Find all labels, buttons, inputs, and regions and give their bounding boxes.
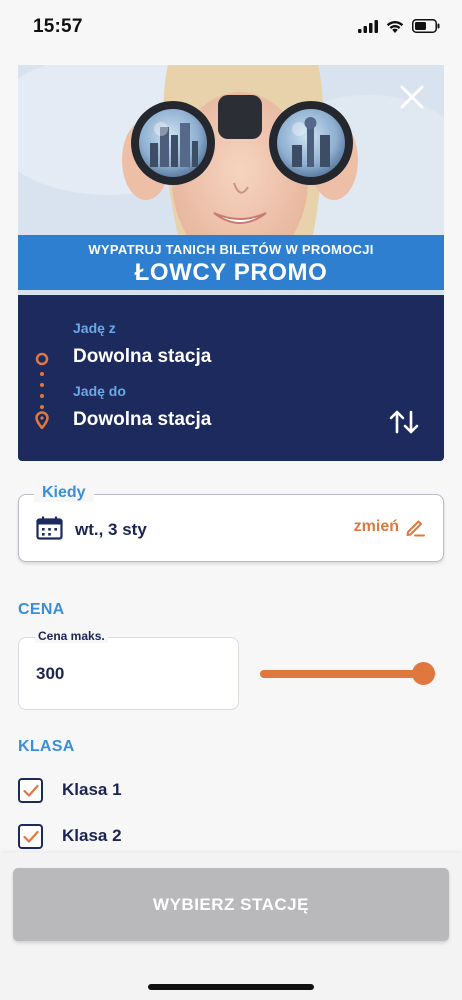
close-icon[interactable]: [398, 83, 426, 111]
wifi-icon: [386, 20, 404, 33]
change-date-label: zmień: [353, 518, 399, 535]
date-field[interactable]: Kiedy wt., 3 sty zmień: [18, 484, 444, 562]
price-slider-fill: [260, 670, 424, 678]
price-slider-thumb[interactable]: [412, 662, 435, 685]
class-2-label: Klasa 2: [62, 826, 122, 845]
price-slider[interactable]: [260, 660, 436, 688]
checkmark-icon: [23, 784, 39, 797]
date-legend: Kiedy: [34, 484, 94, 502]
class-1-option[interactable]: Klasa 1: [18, 776, 122, 804]
origin-field[interactable]: Jadę z Dowolna stacja: [18, 315, 378, 371]
status-time: 15:57: [33, 16, 83, 37]
calendar-icon: [36, 516, 63, 540]
class-2-option[interactable]: Klasa 2: [18, 822, 122, 850]
promo-subtitle: WYPATRUJ TANICH BILETÓW W PROMOCJI: [88, 242, 374, 257]
promo-band: WYPATRUJ TANICH BILETÓW W PROMOCJI ŁOWCY…: [18, 235, 444, 290]
max-price-label: Cena maks.: [35, 629, 108, 643]
class-2-checkbox[interactable]: [18, 823, 43, 849]
status-bar: 15:57: [0, 0, 462, 56]
route-panel: Jadę z Dowolna stacja Jadę do Dowolna st…: [18, 295, 444, 461]
checkmark-icon: [23, 830, 39, 843]
promo-banner[interactable]: WYPATRUJ TANICH BILETÓW W PROMOCJI ŁOWCY…: [18, 65, 444, 295]
change-date-button[interactable]: zmień: [354, 517, 425, 537]
destination-label: Jadę do: [73, 383, 126, 399]
swap-icon[interactable]: [388, 408, 420, 436]
destination-value: Dowolna stacja: [73, 409, 212, 430]
class-1-checkbox[interactable]: [18, 777, 43, 803]
max-price-input[interactable]: Cena maks. 300: [18, 629, 239, 710]
origin-label: Jadę z: [73, 320, 116, 336]
class-1-label: Klasa 1: [62, 780, 122, 799]
max-price-value: 300: [36, 664, 65, 683]
destination-field[interactable]: Jadę do Dowolna stacja: [18, 378, 378, 434]
promo-title: ŁOWCY PROMO: [134, 259, 328, 286]
pencil-icon: [406, 520, 425, 537]
signal-icon: [358, 19, 378, 33]
battery-icon: [412, 19, 440, 33]
status-icons: [358, 19, 440, 33]
home-indicator: [148, 984, 314, 990]
select-station-button[interactable]: WYBIERZ STACJĘ: [13, 868, 449, 941]
class-section-title: KLASA: [18, 738, 75, 755]
origin-value: Dowolna stacja: [73, 346, 212, 367]
price-section-title: CENA: [18, 601, 65, 618]
date-value: wt., 3 sty: [75, 520, 147, 539]
